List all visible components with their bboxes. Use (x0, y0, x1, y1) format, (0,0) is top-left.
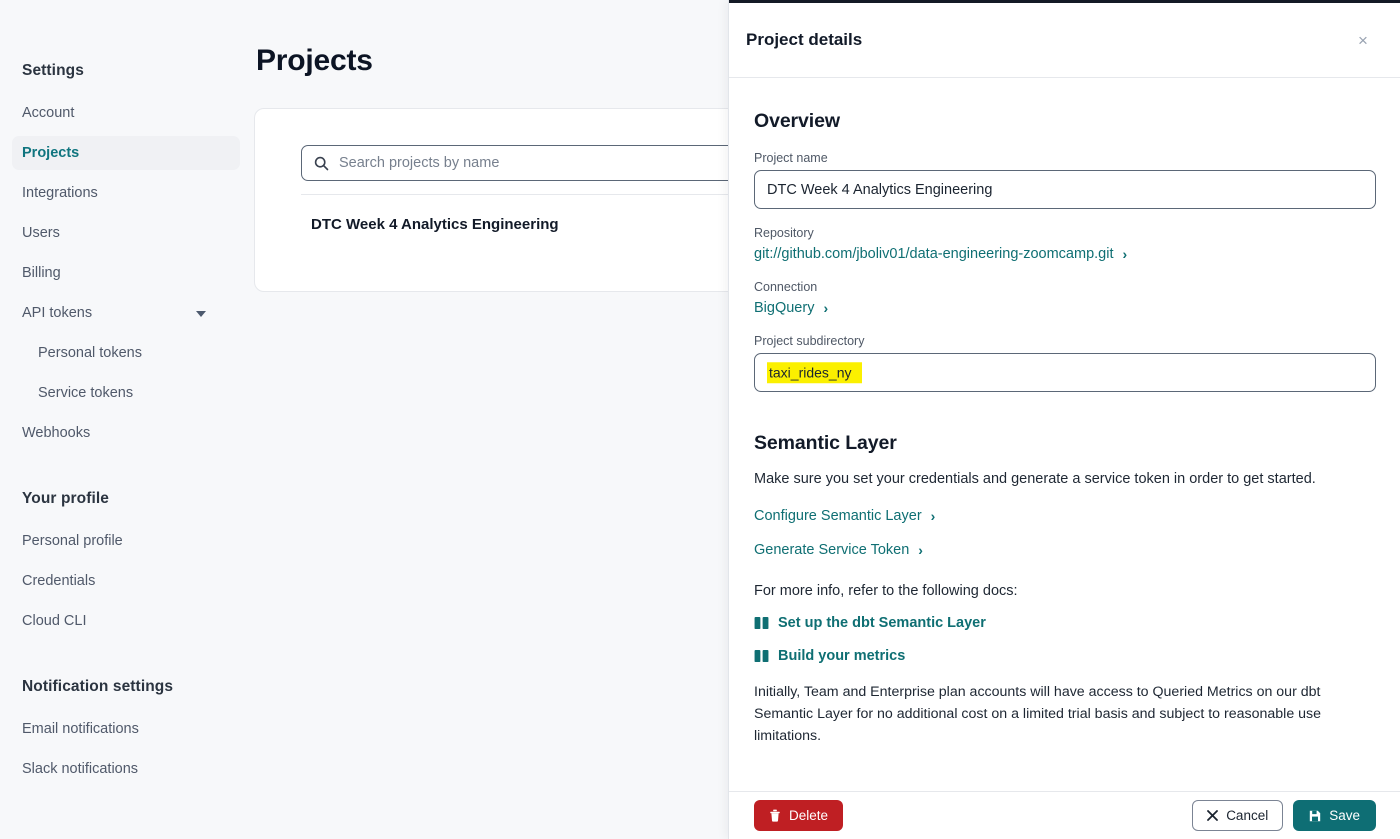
doc-link-label: Set up the dbt Semantic Layer (778, 614, 986, 631)
sidebar-item-label: Service tokens (38, 385, 134, 401)
connection-label: Connection (754, 280, 818, 294)
connection-link[interactable]: BigQuery › (754, 300, 828, 316)
settings-sidebar: Settings Account Projects Integrations U… (0, 0, 252, 839)
sidebar-item-service-tokens[interactable]: Service tokens (12, 376, 240, 410)
sidebar-item-label: Projects (22, 145, 80, 161)
cancel-button[interactable]: Cancel (1192, 800, 1284, 831)
sidebar-heading-your-profile: Your profile (22, 490, 110, 507)
save-button-label: Save (1329, 808, 1360, 823)
close-x-icon (1207, 810, 1219, 821)
sidebar-item-label: Billing (22, 265, 61, 281)
sidebar-group-notification-settings: Notification settings Email notification… (12, 672, 240, 786)
chevron-right-icon: › (823, 300, 829, 316)
project-name-field-group: Project name (754, 151, 1376, 209)
doc-link-build-your-metrics[interactable]: Build your metrics (754, 648, 1376, 664)
app-root: Settings Account Projects Integrations U… (0, 0, 1400, 839)
chevron-right-icon: › (930, 507, 936, 524)
cancel-button-label: Cancel (1226, 808, 1269, 823)
sidebar-item-label: API tokens (22, 305, 93, 321)
generate-service-token-row: Generate Service Token › (754, 541, 1376, 559)
repository-value: git://github.com/jboliv01/data-engineeri… (754, 246, 1114, 262)
configure-semantic-layer-row: Configure Semantic Layer › (754, 507, 1376, 525)
sidebar-item-label: Slack notifications (22, 761, 139, 777)
sidebar-item-label: Integrations (22, 185, 98, 201)
configure-semantic-layer-link[interactable]: Configure Semantic Layer › (754, 508, 935, 524)
sidebar-group-settings: Settings Account Projects Integrations U… (12, 56, 240, 450)
sidebar-item-webhooks[interactable]: Webhooks (12, 416, 240, 450)
panel-body: Overview Project name Repository git://g… (729, 78, 1400, 791)
sidebar-item-email-notifications[interactable]: Email notifications (12, 712, 240, 746)
connection-value: BigQuery (754, 300, 815, 316)
delete-button-label: Delete (789, 808, 829, 823)
sidebar-item-api-tokens[interactable]: API tokens (12, 296, 240, 330)
panel-footer: Delete Cancel Save (729, 791, 1400, 839)
delete-button[interactable]: Delete (754, 800, 844, 831)
project-subdirectory-label: Project subdirectory (754, 334, 865, 348)
sidebar-item-account[interactable]: Account (12, 96, 240, 130)
semantic-layer-note: Make sure you set your credentials and g… (754, 471, 1316, 487)
project-name-label: Project name (754, 151, 828, 165)
link-label: Generate Service Token (754, 541, 910, 558)
sidebar-item-label: Webhooks (22, 425, 91, 441)
sidebar-item-users[interactable]: Users (12, 216, 240, 250)
project-subdirectory-value-highlight: taxi_rides_ny (767, 361, 862, 384)
sidebar-item-projects[interactable]: Projects (12, 136, 240, 170)
subdirectory-field-group: Project subdirectory taxi_rides_ny (754, 334, 1376, 392)
chevron-right-icon: › (918, 541, 923, 558)
sidebar-item-cloud-cli[interactable]: Cloud CLI (12, 604, 240, 638)
link-label: Configure Semantic Layer (754, 507, 922, 524)
book-icon (754, 616, 769, 629)
sidebar-item-label: Personal profile (22, 533, 123, 549)
repository-field-group: Repository git://github.com/jboliv01/dat… (754, 226, 1376, 263)
generate-service-token-link[interactable]: Generate Service Token › (754, 542, 923, 558)
overview-heading: Overview (754, 110, 840, 132)
semantic-layer-fine-print: Initially, Team and Enterprise plan acco… (754, 683, 1322, 744)
search-icon (314, 156, 329, 170)
trash-icon (769, 809, 781, 822)
sidebar-item-slack-notifications[interactable]: Slack notifications (12, 752, 240, 786)
sidebar-item-label: Users (22, 225, 60, 241)
project-name-input[interactable] (754, 170, 1376, 209)
sidebar-item-label: Cloud CLI (22, 613, 87, 629)
connection-field-group: Connection BigQuery › (754, 280, 1376, 317)
sidebar-group-your-profile: Your profile Personal profile Credential… (12, 484, 240, 638)
book-icon (754, 649, 769, 662)
save-button[interactable]: Save (1293, 800, 1376, 831)
sidebar-item-label: Personal tokens (38, 345, 142, 361)
sidebar-item-billing[interactable]: Billing (12, 256, 240, 290)
sidebar-item-label: Credentials (22, 573, 96, 589)
project-details-panel: Project details × Overview Project name … (728, 0, 1400, 839)
repository-link[interactable]: git://github.com/jboliv01/data-engineeri… (754, 246, 1127, 262)
sidebar-item-integrations[interactable]: Integrations (12, 176, 240, 210)
doc-link-label: Build your metrics (778, 647, 906, 664)
repository-label: Repository (754, 226, 814, 240)
sidebar-item-credentials[interactable]: Credentials (12, 564, 240, 598)
sidebar-item-personal-tokens[interactable]: Personal tokens (12, 336, 240, 370)
sidebar-item-label: Account (22, 105, 75, 121)
semantic-layer-heading: Semantic Layer (754, 432, 897, 454)
floppy-disk-icon (1309, 810, 1321, 822)
close-icon[interactable]: × (1350, 27, 1376, 53)
docs-intro-label: For more info, refer to the following do… (754, 582, 1018, 599)
sidebar-heading-notification-settings: Notification settings (22, 678, 174, 695)
panel-header: Project details × (729, 3, 1400, 78)
sidebar-item-personal-profile[interactable]: Personal profile (12, 524, 240, 558)
project-subdirectory-input-wrap: taxi_rides_ny (754, 353, 1376, 392)
panel-title: Project details (746, 30, 863, 49)
chevron-down-icon (196, 311, 206, 317)
doc-link-set-up-semantic-layer[interactable]: Set up the dbt Semantic Layer (754, 615, 1376, 631)
sidebar-item-label: Email notifications (22, 721, 139, 737)
sidebar-heading-settings: Settings (22, 62, 84, 79)
chevron-right-icon: › (1122, 246, 1128, 262)
